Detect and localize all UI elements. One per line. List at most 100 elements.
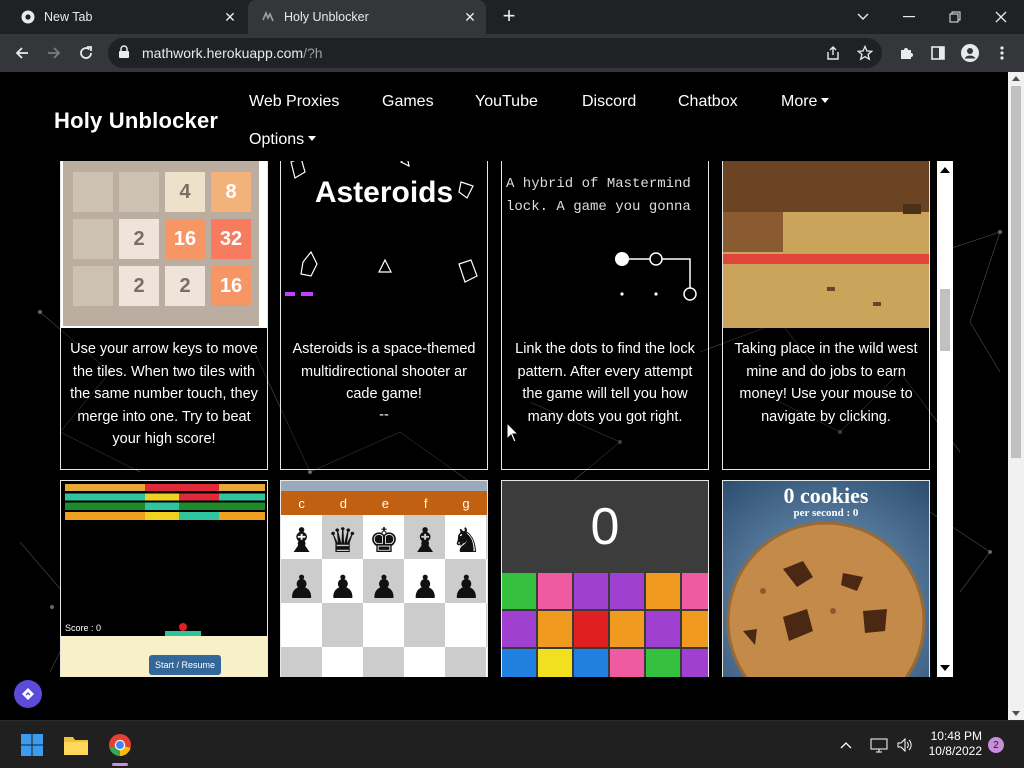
- nav-web-proxies[interactable]: Web Proxies: [249, 93, 339, 111]
- clock-date: 10/8/2022: [928, 744, 982, 758]
- tab-holy-unblocker[interactable]: Holy Unblocker ✕: [248, 0, 486, 34]
- game-thumbnail-gem-match[interactable]: 0: [502, 481, 708, 677]
- tray-chevron-up-icon[interactable]: [836, 729, 856, 761]
- close-tab-icon[interactable]: ✕: [460, 7, 480, 27]
- new-tab-button[interactable]: +: [498, 5, 520, 28]
- notification-badge[interactable]: 2: [988, 737, 1004, 753]
- black-king-icon[interactable]: ♚: [369, 521, 399, 561]
- chess-pawn-rank: ♟ ♟ ♟ ♟ ♟: [281, 567, 487, 607]
- game-card-cookie-clicker[interactable]: 0 cookies per second : 0: [722, 480, 930, 677]
- nav-more-label: More: [781, 93, 818, 110]
- start-resume-button[interactable]: Start / Resume: [149, 655, 221, 675]
- tab-search-chevron-icon[interactable]: [840, 0, 886, 34]
- close-window-button[interactable]: [978, 0, 1024, 34]
- game-description: Use your arrow keys to move the tiles. W…: [70, 341, 258, 447]
- web-page: Holy Unblocker Web Proxies Games YouTube…: [0, 72, 1008, 720]
- page-scrollbar[interactable]: [1008, 72, 1024, 720]
- black-pawn-icon[interactable]: ♟: [411, 567, 440, 607]
- url-text: mathwork.herokuapp.com/?h: [142, 45, 323, 61]
- restore-button[interactable]: [932, 0, 978, 34]
- extensions-puzzle-icon[interactable]: [894, 41, 918, 65]
- scrollbar-thumb[interactable]: [1011, 86, 1021, 458]
- scroll-down-arrow-icon[interactable]: [1012, 711, 1020, 716]
- game-thumbnail-2048[interactable]: 4 8 2 16 32 2 2 16: [61, 161, 267, 328]
- gem-score: 0: [502, 481, 708, 573]
- game-grid: 4 8 2 16 32 2 2 16 Use your arrow keys t…: [60, 161, 936, 677]
- black-queen-icon[interactable]: ♛: [328, 521, 358, 561]
- tile: 4: [165, 172, 205, 212]
- game-thumbnail-lock-pattern[interactable]: A hybrid of Mastermind lock. A game you …: [502, 161, 708, 328]
- close-tab-icon[interactable]: ✕: [220, 7, 240, 27]
- game-card-2048[interactable]: 4 8 2 16 32 2 2 16 Use your arrow keys t…: [60, 161, 268, 470]
- game-thumbnail-breakout[interactable]: Score : 0 Start / Resume: [61, 481, 267, 677]
- bookmark-star-icon[interactable]: [856, 44, 874, 62]
- game-card-breakout[interactable]: Score : 0 Start / Resume: [60, 480, 268, 677]
- url-host: mathwork.herokuapp.com: [142, 45, 304, 61]
- game-card-lock-pattern[interactable]: A hybrid of Mastermind lock. A game you …: [501, 161, 709, 470]
- tile: 32: [211, 219, 251, 259]
- chess-file-label: e: [381, 495, 390, 511]
- black-pawn-icon[interactable]: ♟: [287, 567, 316, 607]
- kebab-menu-icon[interactable]: [990, 41, 1014, 65]
- network-icon[interactable]: [866, 729, 892, 761]
- address-bar[interactable]: mathwork.herokuapp.com/?h: [108, 38, 882, 68]
- game-card-wild-west[interactable]: Taking place in the wild west mine and d…: [722, 161, 930, 470]
- assistant-widget-button[interactable]: [14, 680, 42, 708]
- side-panel-icon[interactable]: [926, 41, 950, 65]
- share-icon[interactable]: [824, 44, 842, 62]
- caret-down-icon: [821, 98, 830, 103]
- scroll-up-arrow-icon[interactable]: [1012, 76, 1020, 81]
- black-bishop-icon[interactable]: ♝: [410, 521, 440, 561]
- minimize-button[interactable]: [886, 0, 932, 34]
- nav-youtube[interactable]: YouTube: [475, 93, 538, 111]
- game-card-asteroids[interactable]: Asteroids Asteroids is a space-themed mu…: [280, 161, 488, 470]
- scrollbar-thumb[interactable]: [940, 289, 950, 351]
- volume-icon[interactable]: [892, 729, 918, 761]
- lock-icon[interactable]: [118, 45, 130, 64]
- back-arrow-icon[interactable]: [10, 41, 34, 65]
- tab-title: Holy Unblocker: [284, 10, 369, 24]
- nav-discord[interactable]: Discord: [582, 93, 636, 111]
- active-app-indicator: [112, 763, 128, 766]
- black-pawn-icon[interactable]: ♟: [370, 567, 399, 607]
- nav-options-label: Options: [249, 131, 305, 148]
- scroll-down-arrow-icon[interactable]: [940, 665, 950, 671]
- profile-avatar-icon[interactable]: [958, 41, 982, 65]
- tab-new-tab[interactable]: New Tab ✕: [8, 0, 246, 34]
- asteroid-shapes-icon: [285, 161, 478, 296]
- black-pawn-icon[interactable]: ♟: [452, 567, 481, 607]
- windows-taskbar: 10:48 PM 10/8/2022 2: [0, 720, 1024, 768]
- tile: 8: [211, 172, 251, 212]
- chess-file-label: g: [462, 495, 470, 511]
- browser-toolbar: mathwork.herokuapp.com/?h: [0, 34, 1024, 72]
- url-path: /?h: [303, 45, 323, 61]
- game-description: Taking place in the wild west mine and d…: [734, 341, 918, 425]
- system-clock[interactable]: 10:48 PM 10/8/2022: [918, 729, 982, 759]
- game-thumbnail-asteroids[interactable]: Asteroids: [281, 161, 487, 328]
- site-favicon-icon: [260, 9, 276, 25]
- scroll-up-arrow-icon[interactable]: [940, 167, 950, 173]
- game-thumbnail-wild-west[interactable]: [723, 161, 929, 328]
- black-pawn-icon[interactable]: ♟: [328, 567, 357, 607]
- black-bishop-icon[interactable]: ♝: [286, 521, 316, 561]
- file-explorer-icon[interactable]: [60, 729, 92, 761]
- game-description-footer: --: [379, 407, 389, 423]
- game-grid-scrollbar[interactable]: [937, 161, 953, 677]
- game-thumbnail-chess[interactable]: c d e f g ♝ ♛ ♚ ♝ ♞ ♟ ♟ ♟ ♟ ♟: [281, 481, 487, 677]
- nav-chatbox[interactable]: Chatbox: [678, 93, 738, 111]
- nav-games[interactable]: Games: [382, 93, 434, 111]
- game-thumbnail-cookie-clicker[interactable]: 0 cookies per second : 0: [723, 481, 929, 677]
- game-card-gem-match[interactable]: 0: [501, 480, 709, 677]
- cookie-icon[interactable]: [723, 481, 929, 677]
- chrome-taskbar-icon[interactable]: [104, 729, 136, 761]
- nav-more-dropdown[interactable]: More: [781, 93, 830, 111]
- forward-arrow-icon[interactable]: [42, 41, 66, 65]
- windows-start-icon[interactable]: [16, 729, 48, 761]
- chess-file-label: d: [339, 495, 347, 511]
- diamond-arrow-icon: [22, 688, 34, 700]
- reload-icon[interactable]: [74, 41, 98, 65]
- game-card-chess[interactable]: c d e f g ♝ ♛ ♚ ♝ ♞ ♟ ♟ ♟ ♟ ♟: [280, 480, 488, 677]
- nav-options-dropdown[interactable]: Options: [249, 131, 317, 149]
- site-brand-logo[interactable]: Holy Unblocker: [54, 108, 218, 134]
- black-knight-icon[interactable]: ♞: [451, 521, 481, 561]
